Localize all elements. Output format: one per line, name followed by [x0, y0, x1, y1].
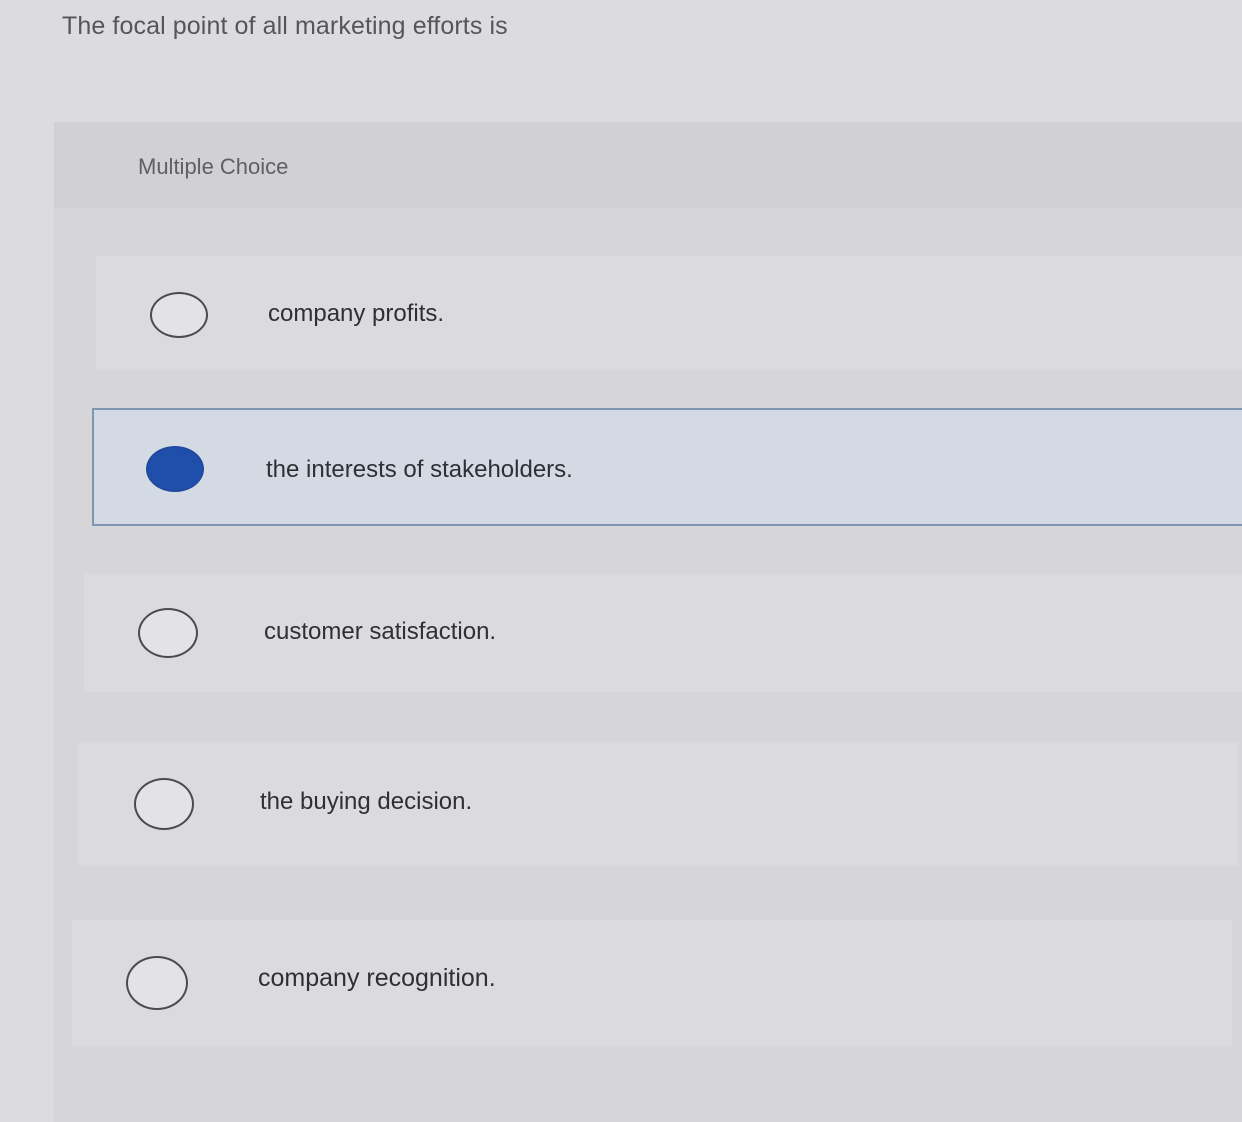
answer-option[interactable]: the buying decision. [78, 742, 1238, 866]
radio-button-checked[interactable] [146, 446, 204, 492]
answer-option-label: the buying decision. [260, 788, 473, 815]
answer-option[interactable]: company profits. [96, 256, 1242, 370]
question-type-label: Multiple Choice [138, 154, 289, 179]
answer-option-label: customer satisfaction. [264, 618, 497, 645]
radio-button[interactable] [126, 956, 188, 1010]
radio-button[interactable] [150, 292, 208, 338]
question-text: The focal point of all marketing efforts… [62, 12, 508, 40]
answer-option-label: company recognition. [258, 964, 496, 992]
answer-option-label: the interests of stakeholders. [266, 456, 573, 483]
answer-option-selected[interactable]: the interests of stakeholders. [92, 408, 1242, 526]
answer-option[interactable]: customer satisfaction. [84, 574, 1242, 692]
answer-option-label: company profits. [268, 300, 445, 327]
answer-option[interactable]: company recognition. [72, 920, 1232, 1046]
question-type-header: Multiple Choice [54, 122, 1242, 208]
radio-button[interactable] [134, 778, 194, 830]
radio-button[interactable] [138, 608, 198, 658]
